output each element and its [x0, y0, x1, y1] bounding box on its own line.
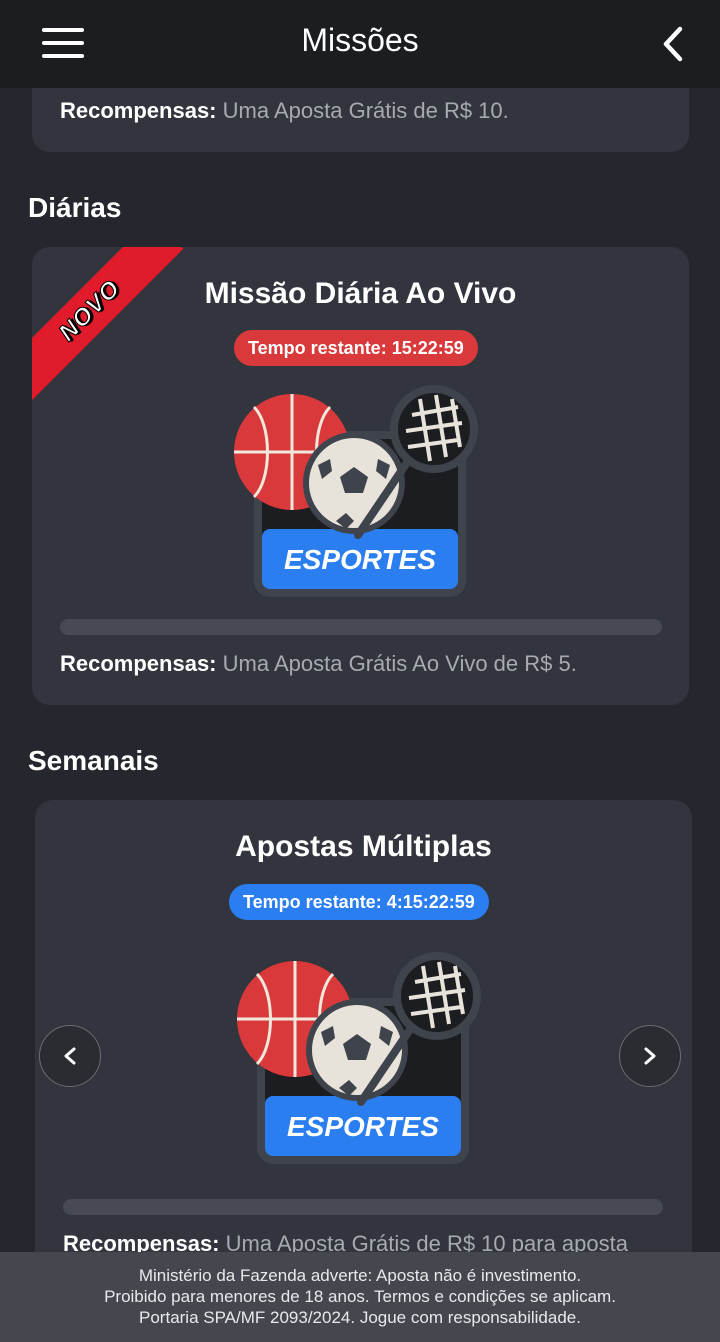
- mission-card-weekly[interactable]: Apostas Múltiplas Tempo restante: 4:15:2…: [35, 800, 692, 1280]
- footer-line: Ministério da Fazenda adverte: Aposta nã…: [138, 1266, 582, 1285]
- new-badge: NOVO: [32, 247, 184, 405]
- footer-line: Portaria SPA/MF 2093/2024. Jogue com res…: [139, 1308, 581, 1327]
- sports-icon: ESPORTES: [232, 385, 492, 600]
- section-title-daily: Diárias: [28, 192, 122, 223]
- chevron-right-icon: [644, 1047, 656, 1065]
- sports-label: ESPORTES: [284, 544, 436, 575]
- section-title-weekly: Semanais: [28, 745, 159, 776]
- time-remaining-badge: Tempo restante: 4:15:22:59: [229, 884, 489, 920]
- time-remaining-badge: Tempo restante: 15:22:59: [234, 330, 478, 366]
- mission-title: Apostas Múltiplas: [235, 830, 492, 863]
- page-title: Missões: [301, 22, 419, 58]
- reward-text: Recompensas: Uma Aposta Grátis Ao Vivo d…: [60, 651, 577, 676]
- responsible-gambling-footer: Ministério da Fazenda adverte: Aposta nã…: [0, 1252, 720, 1342]
- carousel-prev-button[interactable]: [39, 1025, 101, 1087]
- chevron-left-icon: [64, 1047, 76, 1065]
- mission-progress-bar: [63, 1199, 663, 1215]
- mission-title: Missão Diária Ao Vivo: [204, 277, 517, 310]
- footer-line: Proibido para menores de 18 anos. Termos…: [104, 1287, 616, 1306]
- sports-icon: ESPORTES: [235, 952, 495, 1167]
- top-bar: Missões: [0, 0, 720, 88]
- carousel-next-button[interactable]: [619, 1025, 681, 1087]
- mission-card-daily[interactable]: NOVO Missão Diária Ao Vivo Tempo restant…: [32, 247, 689, 705]
- reward-text: Recompensas: Uma Aposta Grátis de R$ 10.: [60, 98, 509, 123]
- mission-progress-bar: [60, 619, 662, 635]
- back-chevron-icon[interactable]: [656, 24, 692, 64]
- sports-label: ESPORTES: [287, 1111, 439, 1142]
